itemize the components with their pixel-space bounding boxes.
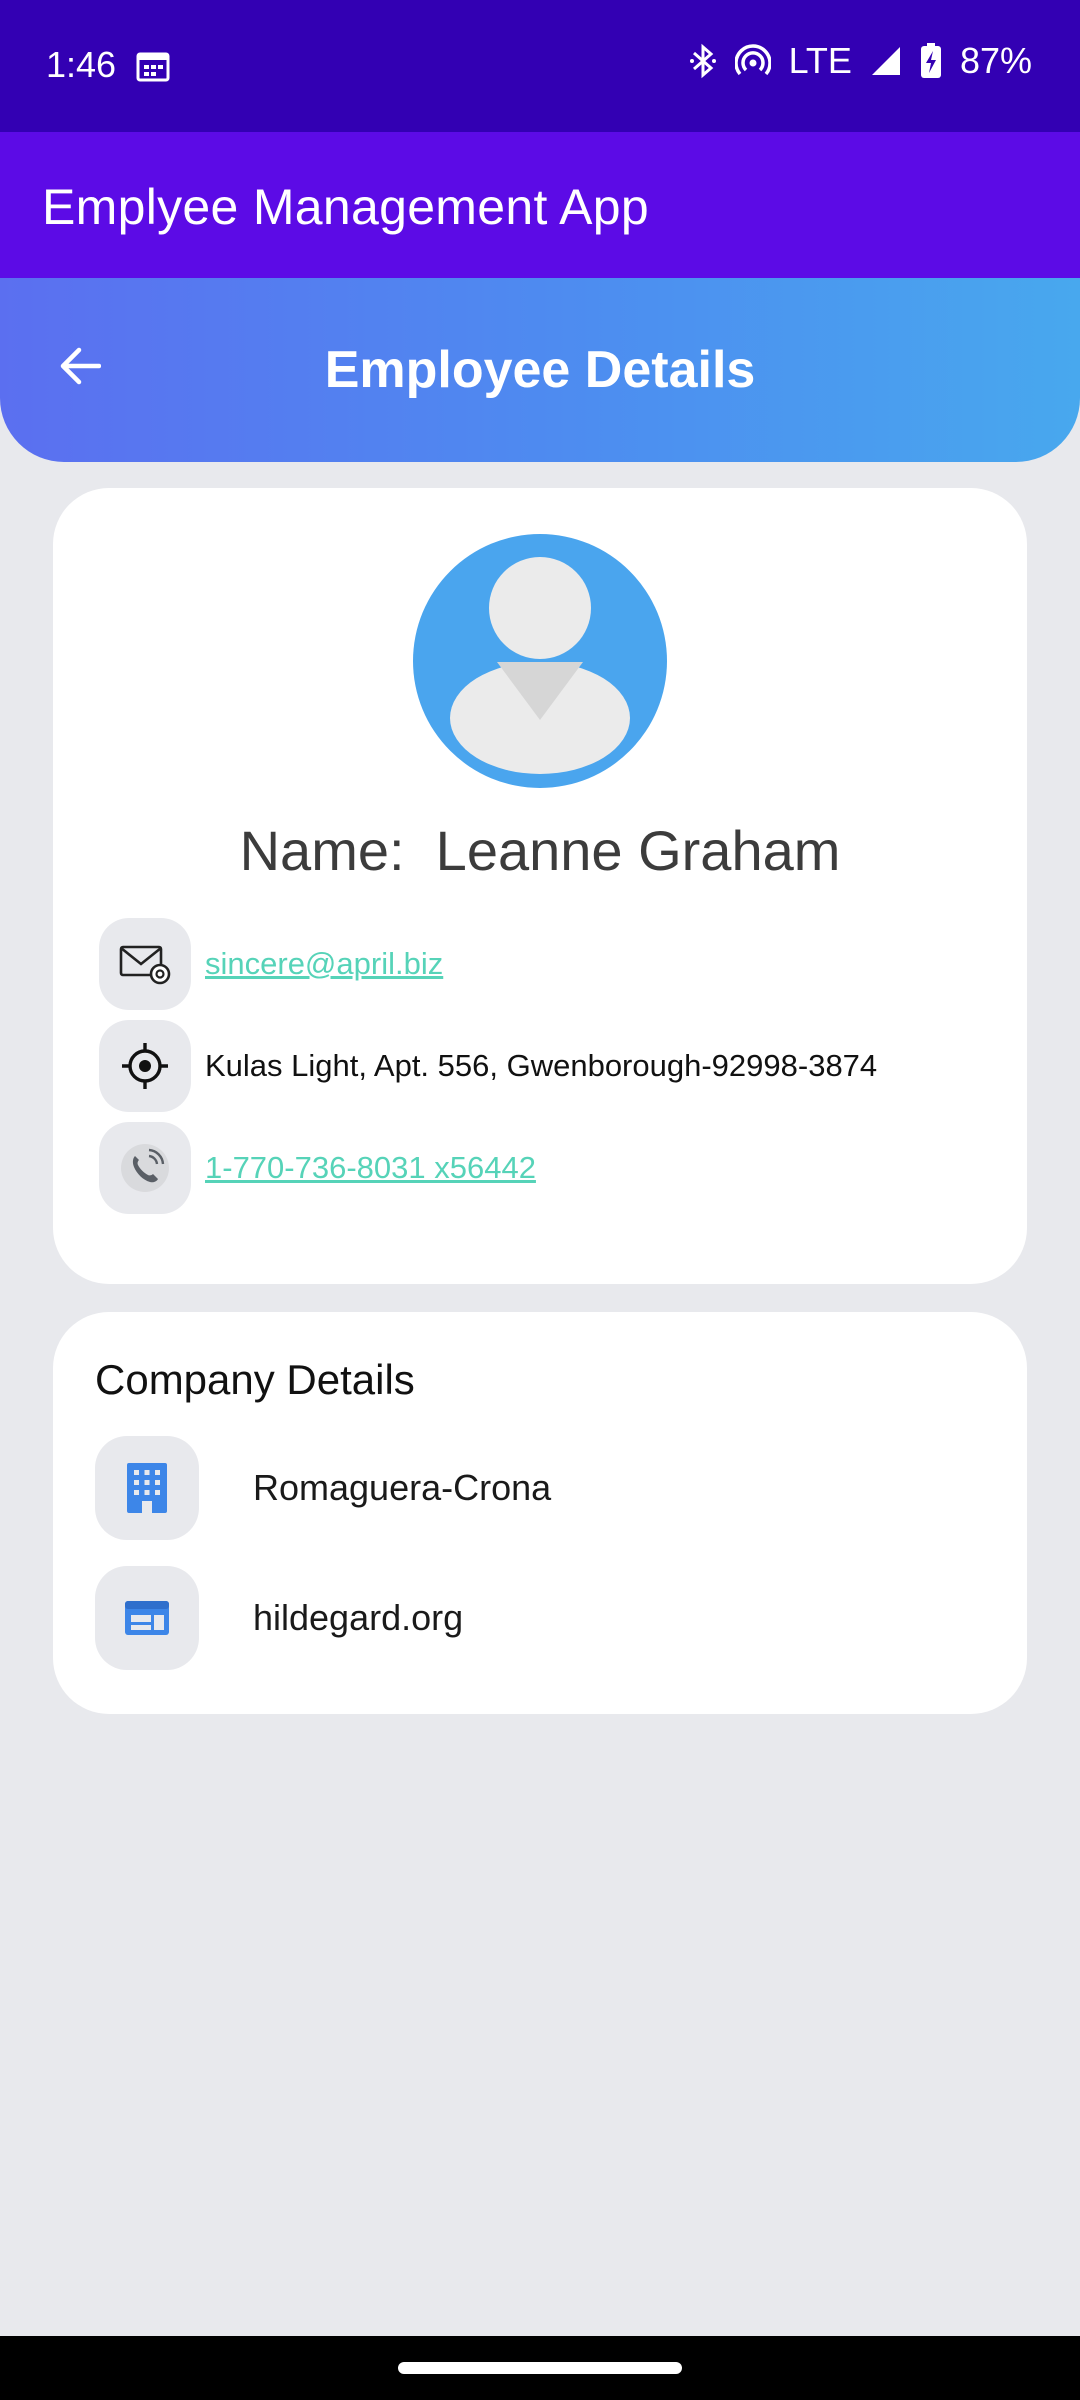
status-time: 1:46 <box>46 44 117 85</box>
website-icon <box>125 1601 169 1635</box>
battery-charging-icon <box>920 43 941 78</box>
app-bar: Emplyee Management App <box>0 132 1080 278</box>
bluetooth-icon <box>689 43 716 79</box>
status-bar: 1:46 LTE 87% <box>0 0 1080 132</box>
building-icon <box>127 1463 167 1513</box>
home-gesture-handle[interactable] <box>398 2362 682 2374</box>
company-card: Company Details Romaguera-Crona hildegar… <box>53 1312 1027 1714</box>
name-value: Leanne Graham <box>435 819 841 882</box>
website-icon-container <box>95 1566 199 1670</box>
details-header: Employee Details <box>0 278 1080 462</box>
phone-icon <box>121 1144 169 1192</box>
page-title: Employee Details <box>324 341 756 399</box>
calendar-icon <box>136 52 170 82</box>
avatar <box>413 534 667 788</box>
company-name-row: Romaguera-Crona <box>95 1436 551 1540</box>
signal-icon <box>871 47 900 75</box>
app-title: Emplyee Management App <box>42 179 649 235</box>
email-row: sincere@april.biz <box>99 918 443 1010</box>
employee-name: Name: Leanne Graham <box>53 818 1027 883</box>
location-icon-container <box>99 1020 191 1112</box>
building-icon-container <box>95 1436 199 1540</box>
hotspot-icon <box>734 44 771 76</box>
company-website-row: hildegard.org <box>95 1566 463 1670</box>
network-type: LTE <box>788 40 852 81</box>
company-section-title: Company Details <box>95 1356 415 1403</box>
email-link[interactable]: sincere@april.biz <box>205 946 443 982</box>
phone-row: 1-770-736-8031 x56442 <box>99 1122 536 1214</box>
name-label: Name: <box>239 819 405 882</box>
address-row: Kulas Light, Apt. 556, Gwenborough-92998… <box>99 1020 877 1112</box>
email-icon-container <box>99 918 191 1010</box>
phone-link[interactable]: 1-770-736-8031 x56442 <box>205 1150 536 1186</box>
company-website[interactable]: hildegard.org <box>253 1597 463 1639</box>
location-icon <box>122 1043 168 1089</box>
profile-card: Name: Leanne Graham sincere@april.biz Ku… <box>53 488 1027 1284</box>
battery-percent: 87% <box>959 40 1032 81</box>
company-name: Romaguera-Crona <box>253 1467 552 1508</box>
phone-icon-container <box>99 1122 191 1214</box>
email-icon <box>119 945 171 985</box>
address-text: Kulas Light, Apt. 556, Gwenborough-92998… <box>205 1048 878 1083</box>
